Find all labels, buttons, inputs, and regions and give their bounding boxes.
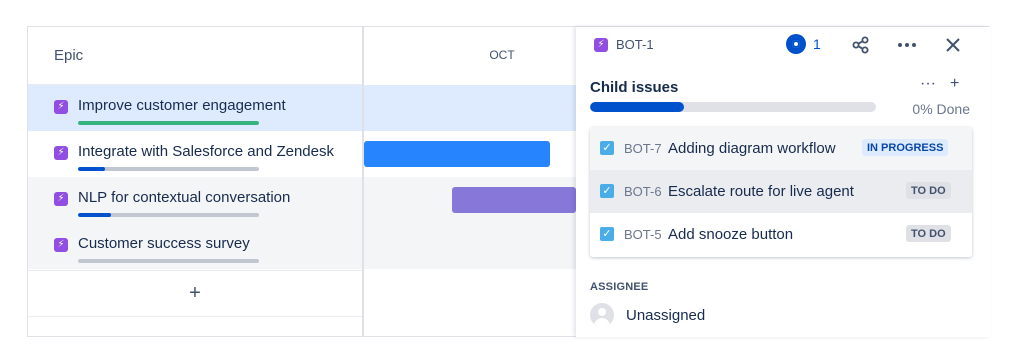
status-badge[interactable]: IN PROGRESS [862,139,949,156]
status-badge[interactable]: TO DO [906,182,951,199]
add-epic-button[interactable]: + [28,270,362,316]
timeline-bar-integrate-salesforce-zendesk[interactable] [364,141,550,167]
avatar-icon [590,303,614,327]
child-issue-list: ✓ BOT-7 Adding diagram workflow IN PROGR… [590,127,972,257]
epic-row-nlp-contextual-conversation[interactable]: ⚡ NLP for contextual conversation [28,177,362,223]
task-checkbox-icon: ✓ [600,141,614,155]
timeline-row [364,85,576,131]
epic-row-improve-customer-engagement[interactable]: ⚡ Improve customer engagement [28,85,362,131]
child-issue-row[interactable]: ✓ BOT-6 Escalate route for live agent TO… [590,170,972,213]
epic-label: Integrate with Salesforce and Zendesk [78,143,334,160]
epic-progress-track [78,213,259,217]
timeline-row [364,131,576,177]
child-issue-key[interactable]: BOT-7 [624,141,662,156]
child-issue-key[interactable]: BOT-5 [624,227,662,242]
epic-icon: ⚡ [54,100,68,114]
epic-icon: ⚡ [54,146,68,160]
child-issues-more-button[interactable]: ··· [920,75,936,93]
epic-label: Customer success survey [78,235,250,252]
epic-progress-track [78,167,259,171]
issue-key-link[interactable]: ⚡ BOT-1 [594,37,654,52]
assignee-label: ASSIGNEE [590,281,649,293]
epic-label: NLP for contextual conversation [78,189,291,206]
child-issue-row[interactable]: ✓ BOT-5 Add snooze button TO DO [590,213,972,256]
epic-icon: ⚡ [54,238,68,252]
share-button[interactable] [848,32,874,58]
child-issue-key[interactable]: BOT-6 [624,184,662,199]
more-actions-button[interactable] [894,32,920,58]
epic-progress-fill [78,121,259,125]
child-issue-row[interactable]: ✓ BOT-7 Adding diagram workflow IN PROGR… [590,127,972,170]
child-issue-summary[interactable]: Add snooze button [668,226,793,243]
eye-icon [786,34,806,54]
task-checkbox-icon: ✓ [600,227,614,241]
panel-header: ⚡ BOT-1 1 [576,27,990,63]
issue-key-text: BOT-1 [616,37,654,52]
add-child-issue-button[interactable]: + [950,75,959,93]
child-issue-summary[interactable]: Escalate route for live agent [668,183,854,200]
timeline-bar-nlp-contextual-conversation[interactable] [452,187,576,213]
epic-column-header: Epic [28,27,362,85]
more-icon [898,43,916,47]
row-divider [28,316,362,317]
epic-progress-track [78,259,259,263]
watch-button[interactable]: 1 [786,34,821,54]
assignee-value: Unassigned [626,306,706,324]
epic-progress-fill [78,213,111,217]
child-issue-summary[interactable]: Adding diagram workflow [668,140,836,157]
child-issues-progress-bar [590,102,876,112]
child-issues-title: Child issues [590,79,679,96]
close-button[interactable] [940,32,966,58]
task-checkbox-icon: ✓ [600,184,614,198]
assignee-field[interactable]: Unassigned [590,303,705,327]
epic-progress-track [78,121,259,125]
timeline-row [364,223,576,269]
watch-count: 1 [813,36,821,52]
epic-row-integrate-salesforce-zendesk[interactable]: ⚡ Integrate with Salesforce and Zendesk [28,131,362,177]
epic-icon: ⚡ [54,192,68,206]
child-issues-progress-fill [590,102,685,112]
child-issues-actions: ··· + [920,75,959,93]
epic-progress-fill [78,167,106,171]
share-icon [852,36,869,54]
epic-label: Improve customer engagement [78,97,286,114]
epic-icon: ⚡ [594,37,608,52]
epic-list: Epic ⚡ Improve customer engagement ⚡ Int… [28,27,362,337]
timeline-row [364,177,576,223]
status-badge[interactable]: TO DO [906,225,951,242]
done-percentage: 0% Done [912,101,970,117]
close-icon [946,38,960,52]
epic-row-customer-success-survey[interactable]: ⚡ Customer success survey [28,223,362,269]
timeline-grid: OCT [364,27,576,337]
issue-detail-panel: ⚡ BOT-1 1 Child issues ··· + 0% Done ✓ B… [576,27,990,337]
